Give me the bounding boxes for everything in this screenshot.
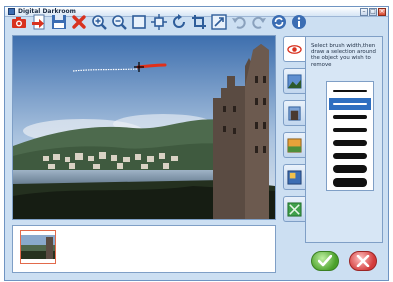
tool-tabs	[283, 36, 307, 222]
brush-width-line	[333, 115, 367, 119]
brush-width-line	[333, 102, 367, 106]
landscape-icon	[287, 73, 302, 89]
camera-button[interactable]	[10, 12, 28, 31]
close-button[interactable]: ×	[378, 8, 386, 16]
delete-button[interactable]	[70, 12, 88, 31]
info-button[interactable]	[290, 12, 308, 31]
toolbar	[10, 12, 308, 31]
brush-width-option[interactable]	[329, 150, 371, 162]
ok-button[interactable]	[311, 251, 339, 271]
redo-icon	[252, 16, 266, 29]
import-button[interactable]	[30, 12, 48, 31]
brush-width-line	[333, 127, 367, 133]
photo-canvas[interactable]	[12, 35, 276, 220]
brush-width-option[interactable]	[329, 137, 371, 149]
tab-frame[interactable]	[283, 196, 305, 222]
brush-width-line	[333, 152, 367, 160]
x-mark-icon	[356, 255, 370, 267]
redo-button[interactable]	[250, 12, 268, 31]
zoom-in-icon	[92, 14, 107, 30]
zoom-out-button[interactable]	[110, 12, 128, 31]
brush-width-line	[333, 140, 367, 146]
save-button[interactable]	[50, 12, 68, 31]
photo-effects-icon	[287, 169, 302, 185]
delete-icon	[72, 14, 86, 29]
tab-portrait[interactable]	[283, 100, 305, 126]
refresh-icon	[272, 14, 286, 29]
thumbnail-strip	[12, 225, 276, 273]
photo-thumbnail[interactable]	[20, 230, 56, 264]
undo-icon	[232, 16, 246, 29]
fit-screen-icon	[132, 14, 146, 29]
tab-color-fix[interactable]	[283, 132, 305, 158]
crop-button[interactable]	[190, 12, 208, 31]
resize-button[interactable]	[210, 12, 228, 31]
brush-width-list	[326, 81, 374, 191]
brush-width-option[interactable]	[329, 176, 371, 188]
frame-icon	[287, 201, 302, 217]
undo-button[interactable]	[230, 12, 248, 31]
red-eye-icon	[287, 44, 302, 54]
tab-red-eye[interactable]	[283, 36, 305, 62]
minimize-button[interactable]: –	[360, 8, 368, 16]
import-icon	[32, 14, 45, 29]
crop-icon	[192, 14, 206, 29]
zoom-out-icon	[112, 14, 127, 30]
info-icon	[292, 14, 306, 29]
options-panel: Select brush width,then draw a selection…	[305, 36, 383, 243]
brush-width-option[interactable]	[329, 85, 371, 97]
checkmark-icon	[318, 255, 332, 267]
save-icon	[52, 14, 66, 29]
brush-width-option[interactable]	[329, 98, 371, 110]
actual-size-icon	[151, 13, 167, 30]
zoom-in-button[interactable]	[90, 12, 108, 31]
tab-landscape[interactable]	[283, 68, 305, 94]
rotate-button[interactable]	[170, 12, 188, 31]
brush-width-option[interactable]	[329, 163, 371, 175]
portrait-icon	[288, 105, 301, 121]
resize-icon	[211, 13, 227, 30]
actual-size-button[interactable]	[150, 12, 168, 31]
brush-width-option[interactable]	[329, 111, 371, 123]
maximize-button[interactable]: □	[369, 8, 377, 16]
cancel-button[interactable]	[349, 251, 377, 271]
brush-width-line	[333, 165, 367, 173]
color-fix-icon	[287, 137, 302, 153]
camera-icon	[12, 16, 26, 28]
instruction-text: Select brush width,then draw a selection…	[311, 43, 376, 68]
rotate-icon	[173, 13, 185, 28]
tab-photo-effects[interactable]	[283, 164, 305, 190]
brush-width-line	[333, 177, 367, 187]
brush-width-option[interactable]	[329, 124, 371, 136]
photo-image	[13, 36, 275, 219]
brush-width-line	[333, 90, 367, 92]
refresh-button[interactable]	[270, 12, 288, 31]
fit-screen-button[interactable]	[130, 12, 148, 31]
